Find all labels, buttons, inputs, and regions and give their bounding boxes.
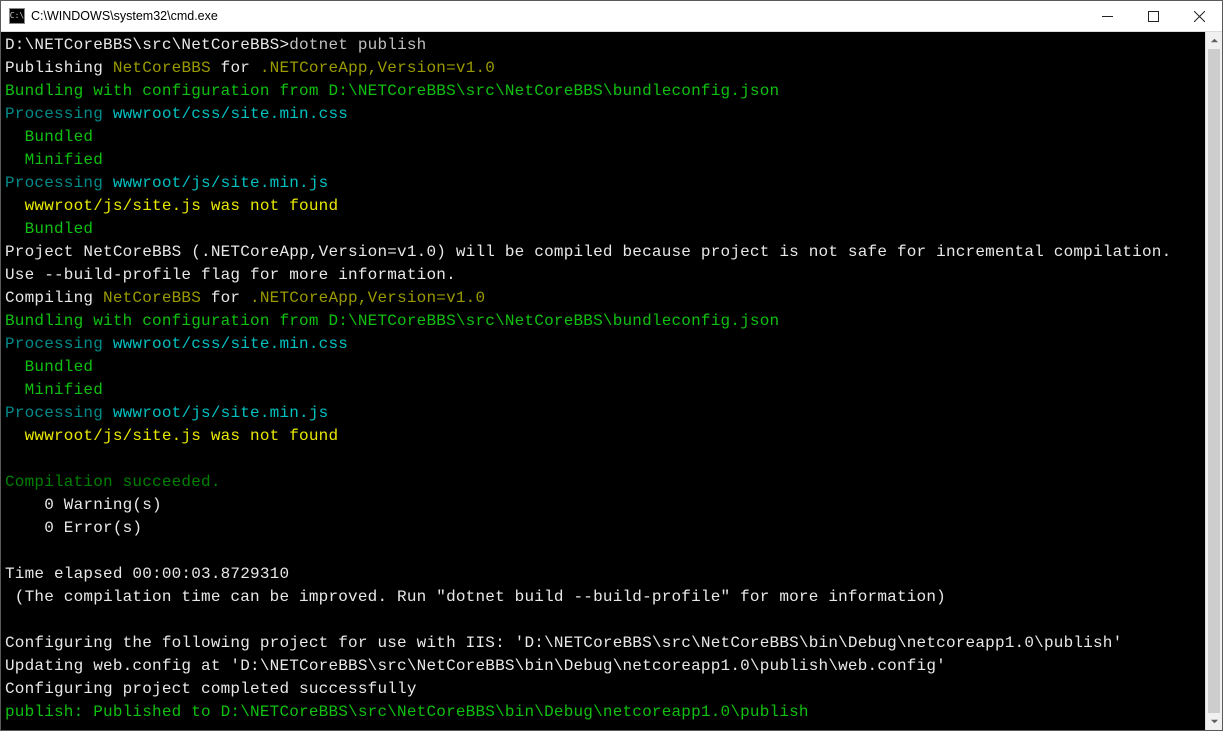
output-line: Minified xyxy=(5,381,103,399)
client-area: D:\NETCoreBBS\src\NetCoreBBS>dotnet publ… xyxy=(1,32,1222,730)
output-line: wwwroot/js/site.min.js xyxy=(113,174,329,192)
output-line: wwwroot/js/site.js was not found xyxy=(5,427,338,445)
output-line: Time elapsed 00:00:03.8729310 xyxy=(5,565,289,583)
output-line: Configuring project completed successful… xyxy=(5,680,417,698)
output-line: Minified xyxy=(5,151,103,169)
output-line: Processing xyxy=(5,105,113,123)
output-line: Bundled xyxy=(5,220,93,238)
command-text: dotnet publish xyxy=(289,36,426,54)
output-line: Processing xyxy=(5,174,113,192)
output-line: Processing xyxy=(5,335,113,353)
output-line: Compiling xyxy=(5,289,103,307)
output-line: Updating web.config at 'D:\NETCoreBBS\sr… xyxy=(5,657,946,675)
titlebar-buttons xyxy=(1084,1,1222,31)
output-line: wwwroot/css/site.min.css xyxy=(113,335,348,353)
output-line: Processing xyxy=(5,404,113,422)
cmd-window: C:\ C:\WINDOWS\system32\cmd.exe D:\NETCo… xyxy=(0,0,1223,731)
scroll-thumb[interactable] xyxy=(1208,49,1220,713)
prompt-text: D:\NETCoreBBS\src\NetCoreBBS> xyxy=(5,36,289,54)
output-line: (The compilation time can be improved. R… xyxy=(5,588,946,606)
output-line: Bundled xyxy=(5,358,93,376)
maximize-button[interactable] xyxy=(1130,1,1176,31)
output-line: Bundling with configuration from D:\NETC… xyxy=(5,312,779,330)
output-line: for xyxy=(211,59,260,77)
output-line: .NETCoreApp,Version=v1.0 xyxy=(250,289,485,307)
scroll-down-button[interactable] xyxy=(1206,713,1222,730)
titlebar[interactable]: C:\ C:\WINDOWS\system32\cmd.exe xyxy=(1,1,1222,32)
output-line: Use --build-profile flag for more inform… xyxy=(5,266,456,284)
output-line: Publishing xyxy=(5,59,113,77)
output-line: Compilation succeeded. xyxy=(5,473,221,491)
window-icon: C:\ xyxy=(9,8,25,24)
output-line: wwwroot/js/site.min.js xyxy=(113,404,329,422)
output-line: 0 Error(s) xyxy=(5,519,142,537)
output-line: Bundled xyxy=(5,128,93,146)
minimize-button[interactable] xyxy=(1084,1,1130,31)
output-line: .NETCoreApp,Version=v1.0 xyxy=(260,59,495,77)
output-line: Project NetCoreBBS (.NETCoreApp,Version=… xyxy=(5,243,1171,261)
output-line: for xyxy=(201,289,250,307)
output-line: wwwroot/js/site.js was not found xyxy=(5,197,338,215)
output-line: publish: Published to D:\NETCoreBBS\src\… xyxy=(5,703,809,721)
output-line: 0 Warning(s) xyxy=(5,496,162,514)
terminal[interactable]: D:\NETCoreBBS\src\NetCoreBBS>dotnet publ… xyxy=(1,32,1205,730)
output-line: Bundling with configuration from D:\NETC… xyxy=(5,82,779,100)
output-line: Configuring the following project for us… xyxy=(5,634,1122,652)
output-line: wwwroot/css/site.min.css xyxy=(113,105,348,123)
output-line: NetCoreBBS xyxy=(103,289,201,307)
close-button[interactable] xyxy=(1176,1,1222,31)
output-line: NetCoreBBS xyxy=(113,59,211,77)
vertical-scrollbar[interactable] xyxy=(1205,32,1222,730)
window-icon-label: C:\ xyxy=(10,12,24,20)
scroll-up-button[interactable] xyxy=(1206,32,1222,49)
window-title: C:\WINDOWS\system32\cmd.exe xyxy=(31,9,1084,23)
